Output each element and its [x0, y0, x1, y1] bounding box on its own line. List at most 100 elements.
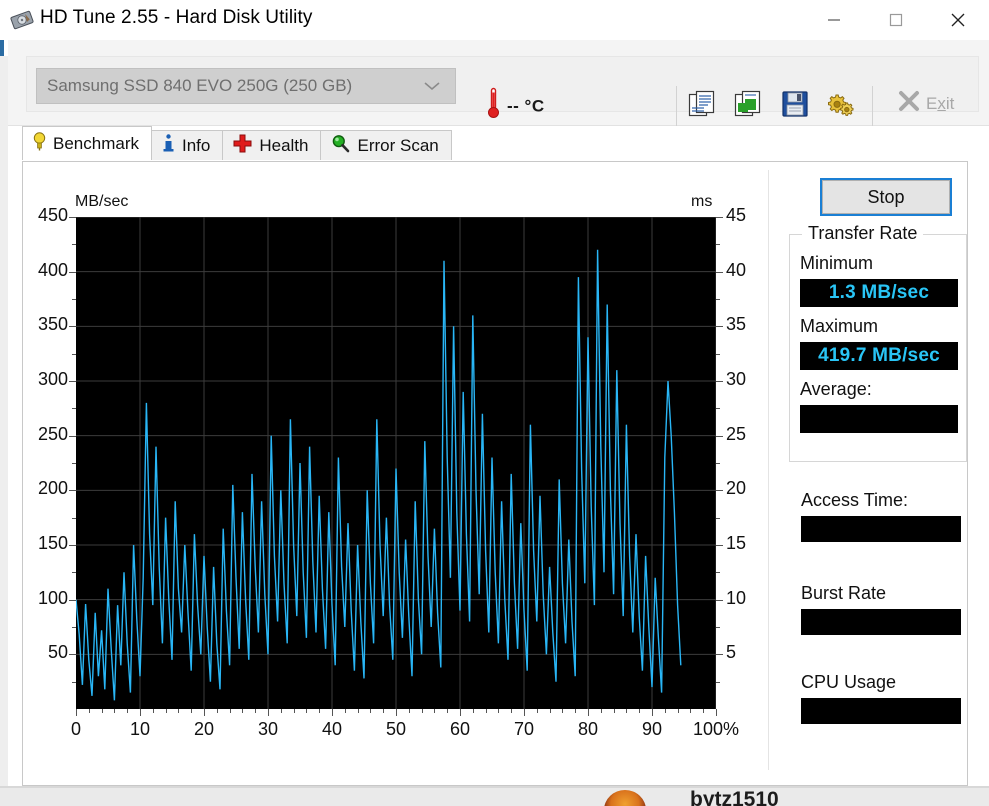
- x-axis-minor-tick: [216, 709, 218, 713]
- stop-button[interactable]: Stop: [820, 178, 952, 216]
- x-axis-minor-tick: [472, 709, 474, 713]
- tab-info-label: Info: [181, 135, 211, 155]
- maximum-label: Maximum: [800, 316, 879, 336]
- x-axis-tick: [460, 709, 461, 716]
- y2-axis-minor-tick: [716, 408, 720, 410]
- red-cross-icon: [233, 134, 252, 158]
- y-axis-minor-tick: [72, 244, 76, 246]
- x-axis-minor-tick: [677, 709, 679, 713]
- y2-axis-tick: [716, 654, 723, 656]
- y-axis-minor-tick: [72, 353, 76, 355]
- hard-disk-icon: [10, 8, 34, 32]
- temperature-indicator: -- °C: [486, 87, 545, 126]
- x-axis-minor-tick: [280, 709, 282, 713]
- y2-axis-tick-label: 15: [726, 533, 747, 553]
- x-axis-tick: [524, 709, 525, 716]
- x-axis-minor-tick: [664, 709, 666, 713]
- maximum-value-box: 419.7 MB/sec: [800, 342, 958, 370]
- y-axis-tick-label: 200: [37, 478, 68, 499]
- bottom-overlay: bytz1510: [0, 788, 989, 806]
- drive-select-dropdown[interactable]: Samsung SSD 840 EVO 250G (250 GB): [36, 68, 456, 104]
- x-axis-minor-tick: [101, 709, 103, 713]
- exit-button[interactable]: Exit: [898, 90, 954, 117]
- y-axis-tick: [69, 490, 76, 492]
- y-axis-tick: [69, 545, 76, 546]
- minimize-button[interactable]: [803, 0, 865, 40]
- x-axis-minor-tick: [408, 709, 410, 713]
- y-axis-tick: [69, 217, 76, 218]
- x-axis-tick-label: 30: [257, 719, 279, 739]
- options-button[interactable]: [822, 88, 860, 124]
- x-axis-tick-label: 80: [577, 719, 599, 739]
- y-axis-minor-tick: [72, 517, 76, 519]
- copy-image-button[interactable]: [730, 88, 768, 124]
- x-axis-minor-tick: [344, 709, 346, 713]
- save-button[interactable]: [776, 88, 814, 124]
- x-axis-minor-tick: [165, 709, 167, 713]
- title-bar: HD Tune 2.55 - Hard Disk Utility: [0, 0, 989, 41]
- y2-axis-tick-label: 45: [726, 205, 747, 225]
- x-axis-minor-tick: [421, 709, 423, 713]
- minimum-value: 1.3 MB/sec: [828, 282, 930, 303]
- hd-tune-window: HD Tune 2.55 - Hard Disk Utility Samsung…: [0, 0, 989, 806]
- x-axis-minor-tick: [319, 709, 321, 713]
- x-axis-tick-label: 70: [513, 719, 535, 739]
- y2-axis-tick-label: 25: [726, 423, 747, 444]
- info-icon: [162, 133, 175, 158]
- y2-axis-tick-label: 10: [726, 587, 747, 608]
- y2-axis-tick: [716, 599, 723, 601]
- y-axis-tick: [69, 435, 76, 437]
- y2-axis-tick: [716, 381, 723, 382]
- y2-axis-tick: [716, 490, 723, 492]
- tab-error-scan[interactable]: Error Scan: [320, 130, 452, 160]
- access-time-label: Access Time:: [801, 490, 909, 510]
- y2-axis-minor-tick: [716, 517, 720, 519]
- maximize-button[interactable]: [865, 0, 927, 40]
- x-axis-tick-label: 10: [129, 719, 151, 739]
- y2-axis-tick: [716, 217, 723, 218]
- tab-health-label: Health: [259, 135, 309, 155]
- x-axis-tick-label: 40: [321, 719, 343, 739]
- x-axis-minor-tick: [485, 709, 487, 713]
- chart-plot-area: [76, 217, 716, 709]
- tab-info[interactable]: Info: [150, 130, 224, 160]
- drive-select-value: Samsung SSD 840 EVO 250G (250 GB): [47, 76, 353, 95]
- temperature-value: -- °C: [507, 96, 545, 115]
- y-axis-tick-label: 250: [37, 423, 68, 444]
- y-axis-minor-tick: [72, 463, 76, 464]
- window-left-strip: [0, 56, 8, 806]
- y2-axis-tick-label: 5: [726, 642, 737, 663]
- window-title: HD Tune 2.55 - Hard Disk Utility: [40, 7, 313, 28]
- x-axis-minor-tick: [447, 709, 449, 713]
- y-axis-tick-label: 150: [37, 533, 68, 553]
- x-axis-minor-tick: [549, 709, 551, 713]
- minimum-label: Minimum: [800, 253, 874, 273]
- avatar: [604, 790, 646, 806]
- copy-text-button[interactable]: [684, 88, 722, 124]
- x-axis-minor-tick: [613, 709, 615, 713]
- tab-error-scan-label: Error Scan: [357, 135, 439, 155]
- y-axis-tick: [69, 654, 76, 656]
- panel-divider: [768, 170, 769, 770]
- y-axis-tick-label: 100: [37, 587, 68, 608]
- y2-axis-minor-tick: [716, 299, 720, 300]
- x-axis-tick-label: 50: [385, 719, 407, 739]
- y2-axis-minor-tick: [716, 681, 720, 683]
- chevron-down-icon: [423, 79, 441, 97]
- close-button[interactable]: [927, 0, 989, 40]
- transfer-rate-group: Transfer Rate Minimum 1.3 MB/sec Maximum…: [789, 223, 967, 462]
- tab-health[interactable]: Health: [222, 130, 322, 160]
- x-axis-tick: [396, 709, 397, 716]
- y-axis-tick-label: 300: [37, 369, 68, 389]
- average-label: Average:: [800, 379, 872, 399]
- toolbar-separator-2: [872, 86, 873, 126]
- y-axis-minor-tick: [72, 681, 76, 683]
- x-axis-minor-tick: [536, 709, 538, 713]
- x-axis-tick: [76, 709, 77, 716]
- burst-rate-value-box: [801, 609, 961, 635]
- tab-benchmark[interactable]: Benchmark: [22, 126, 152, 160]
- x-axis-tick-label: 90: [641, 719, 663, 739]
- y-axis-minor-tick: [72, 627, 76, 628]
- x-axis-minor-tick: [293, 709, 295, 713]
- y2-axis-minor-tick: [716, 627, 720, 628]
